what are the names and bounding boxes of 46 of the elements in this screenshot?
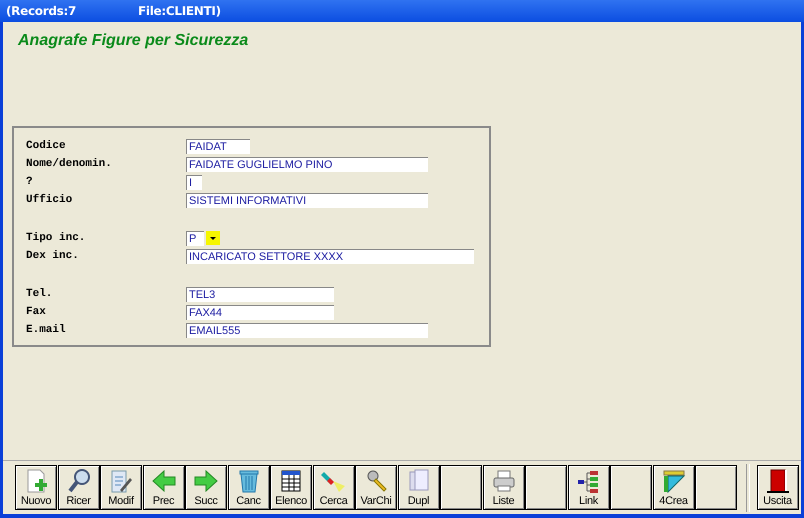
toolbar-button[interactable]: Dupl bbox=[398, 465, 440, 510]
toolbar-button[interactable]: Succ bbox=[185, 465, 227, 510]
blank-toolbar-button[interactable] bbox=[610, 465, 652, 510]
door-icon bbox=[764, 468, 790, 494]
window-title: (Records:7 bbox=[6, 4, 76, 18]
input-field[interactable]: SISTEMI INFORMATIVI bbox=[186, 192, 428, 208]
select-field[interactable]: P bbox=[186, 230, 204, 246]
form-heading: Anagrafe Figure per Sicurezza bbox=[18, 32, 250, 50]
toolbar-button[interactable]: Canc bbox=[228, 465, 270, 510]
field-label: Nome/denomin. bbox=[26, 158, 113, 170]
magnifier-icon bbox=[66, 468, 92, 494]
input-field[interactable]: I bbox=[186, 174, 202, 190]
toolbar-button[interactable]: Prec bbox=[142, 465, 184, 510]
blank-toolbar-button[interactable] bbox=[440, 465, 482, 510]
blank-toolbar-button[interactable] bbox=[695, 465, 737, 510]
field-label: Fax bbox=[26, 306, 47, 318]
toolbar-button[interactable]: Link bbox=[568, 465, 610, 510]
toolbar-button[interactable]: Nuovo bbox=[15, 465, 57, 510]
input-field[interactable]: FAX44 bbox=[186, 304, 334, 320]
toolbar-button[interactable]: Liste bbox=[482, 465, 524, 510]
toolbar-button[interactable]: Cerca bbox=[312, 465, 354, 510]
dropdown-button[interactable] bbox=[206, 231, 220, 245]
field-label: Ufficio bbox=[26, 194, 74, 206]
field-label: ? bbox=[26, 176, 34, 188]
field-label: Dex inc. bbox=[26, 250, 80, 262]
input-field[interactable]: FAIDATE GUGLIELMO PINO bbox=[186, 156, 428, 172]
set-square-icon bbox=[660, 468, 686, 494]
input-field[interactable]: EMAIL555 bbox=[186, 322, 428, 338]
input-field[interactable]: INCARICATO SETTORE XXXX bbox=[186, 248, 474, 264]
field-label: E.mail bbox=[26, 324, 67, 336]
toolbar-button[interactable]: Modif bbox=[100, 465, 142, 510]
blank-toolbar-button[interactable] bbox=[525, 465, 567, 510]
field-label: Tel. bbox=[26, 288, 54, 300]
left-arrow-icon bbox=[150, 468, 176, 494]
right-arrow-icon bbox=[193, 468, 219, 494]
window-title: File:CLIENTI) bbox=[138, 4, 221, 18]
printer-icon bbox=[490, 468, 516, 494]
field-label: Tipo inc. bbox=[26, 232, 86, 244]
toolbar-button[interactable]: 4Crea bbox=[652, 465, 694, 510]
toolbar-button[interactable]: Ricer bbox=[58, 465, 100, 510]
toolbar-button[interactable]: Elenco bbox=[270, 465, 312, 510]
toolbar-button[interactable]: Uscita bbox=[756, 465, 798, 510]
toolbar-button[interactable]: VarChi bbox=[355, 465, 397, 510]
input-field[interactable]: FAIDAT bbox=[186, 138, 250, 154]
field-label: Codice bbox=[26, 140, 67, 152]
input-field[interactable]: TEL3 bbox=[186, 286, 334, 302]
